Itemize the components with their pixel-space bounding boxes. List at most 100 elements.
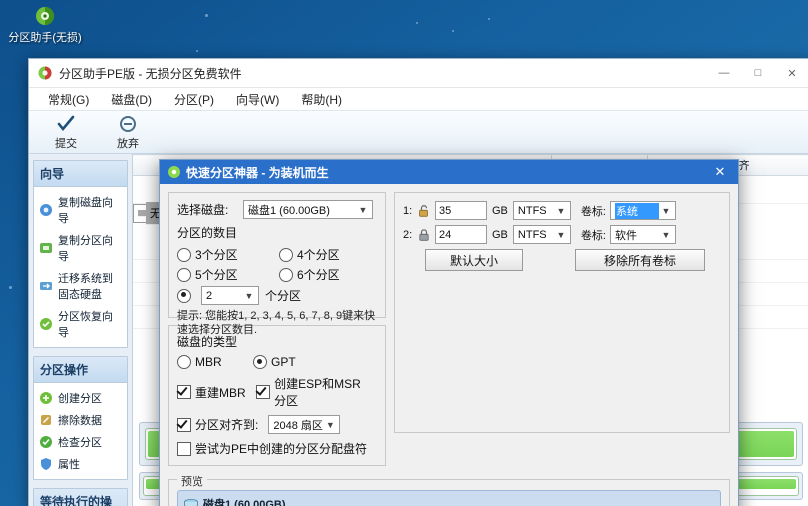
radio-dot [177, 247, 191, 262]
radio-label: 4个分区 [297, 248, 340, 262]
partition-operations-panel: 分区操作 创建分区 擦除数据 检查分区 属性 [33, 356, 128, 480]
partition-assistant-icon [32, 4, 58, 30]
pending-operations-panel: 等待执行的操作 [33, 488, 128, 506]
checkbox-box [177, 441, 191, 456]
align-value-dropdown[interactable]: 2048 扇区 ▼ [268, 415, 341, 434]
chevron-down-icon: ▼ [325, 419, 335, 430]
close-button[interactable]: ✕ [775, 59, 808, 87]
disk-type-title: 磁盘的类型 [177, 335, 238, 349]
checkbox-rebuild-mbr[interactable]: 重建MBR [177, 384, 250, 401]
radio-5-partitions[interactable]: 5个分区 [177, 266, 273, 283]
volume-label-dropdown-2[interactable]: 软件 ▼ [609, 225, 676, 244]
partition-assistant-desktop-icon[interactable]: 分区助手(无损) [6, 4, 84, 45]
sidebar-item-migrate-os[interactable]: 迁移系统到固态硬盘 [36, 267, 125, 305]
commit-label: 提交 [55, 137, 77, 150]
sidebar-item-properties[interactable]: 属性 [36, 453, 125, 475]
partition-fs-value-2: NTFS [517, 228, 547, 241]
sidebar-label: 迁移系统到固态硬盘 [58, 273, 113, 301]
partition-row-2: 2: 24 GB NTFS ▼ 卷标: 软件 ▼ [403, 225, 721, 244]
custom-count-value: 2 [206, 289, 213, 302]
menu-help[interactable]: 帮助(H) [290, 89, 353, 110]
desktop-icon-label: 分区助手(无损) [8, 32, 82, 44]
main-window-title: 分区助手PE版 - 无损分区免费软件 [59, 66, 242, 81]
volume-label-text-2: 卷标: [580, 229, 606, 242]
copy-disk-icon [38, 202, 54, 218]
checkbox-box [177, 417, 191, 432]
align-value: 2048 扇区 [273, 419, 323, 432]
radio-dot [177, 267, 191, 282]
sidebar-item-create-partition[interactable]: 创建分区 [36, 387, 125, 409]
radio-gpt[interactable]: GPT [253, 355, 296, 369]
sidebar-item-partition-recovery[interactable]: 分区恢复向导 [36, 305, 125, 343]
erase-data-icon [38, 412, 54, 428]
radio-3-partitions[interactable]: 3个分区 [177, 246, 273, 263]
sidebar-item-copy-disk[interactable]: 复制磁盘向导 [36, 191, 125, 229]
preview-box: 磁盘1 (60.00GB) 2 系统 35.00GB NTFS 软 [177, 490, 721, 506]
sidebar-label: 创建分区 [58, 393, 102, 405]
chevron-down-icon: ▼ [661, 205, 671, 216]
disk-select-dropdown[interactable]: 磁盘1 (60.00GB) ▼ [243, 200, 373, 219]
radio-custom-count[interactable] [177, 288, 195, 303]
pending-panel-title: 等待执行的操作 [34, 489, 127, 506]
minimize-button[interactable]: — [707, 59, 741, 87]
partition-panel-title: 分区操作 [34, 357, 127, 383]
commit-button[interactable]: 提交 [35, 114, 97, 151]
sidebar-label: 分区恢复向导 [58, 311, 113, 339]
volume-label-value-2: 软件 [614, 229, 637, 242]
menu-wizard[interactable]: 向导(W) [225, 89, 290, 110]
unlocked-padlock-icon[interactable] [417, 204, 431, 218]
menu-general[interactable]: 常规(G) [37, 89, 100, 110]
checkbox-label: 尝试为PE中创建的分区分配盘符 [195, 442, 368, 456]
disk-and-count-group: 选择磁盘: 磁盘1 (60.00GB) ▼ 分区的数目 3个分区 4个分区 5个… [168, 192, 386, 336]
sidebar-item-check-partition[interactable]: 检查分区 [36, 431, 125, 453]
radio-4-partitions[interactable]: 4个分区 [279, 246, 340, 263]
dialog-body: 选择磁盘: 磁盘1 (60.00GB) ▼ 分区的数目 3个分区 4个分区 5个… [160, 184, 738, 506]
preview-disk-title: 磁盘1 (60.00GB) [203, 499, 286, 506]
partition-fs-dropdown-1[interactable]: NTFS ▼ [512, 201, 571, 220]
partition-size-input-1[interactable]: 35 [435, 201, 487, 220]
radio-label: 3个分区 [195, 248, 238, 262]
chevron-down-icon: ▼ [661, 229, 671, 240]
volume-label-dropdown-1[interactable]: 系统 ▼ [609, 201, 676, 220]
partition-size-input-2[interactable]: 24 [435, 225, 487, 244]
maximize-button[interactable]: □ [741, 59, 775, 87]
partition-unit-1: GB [492, 204, 508, 217]
preview-disk-header: 磁盘1 (60.00GB) [183, 496, 715, 506]
dialog-left-column: 选择磁盘: 磁盘1 (60.00GB) ▼ 分区的数目 3个分区 4个分区 5个… [168, 192, 386, 473]
discard-button[interactable]: 放弃 [97, 114, 159, 151]
preview-fieldset: 预览 磁盘1 (60.00GB) 2 [168, 473, 730, 506]
wizard-panel: 向导 复制磁盘向导 复制分区向导 迁移系统到固态硬盘 分区恢复向导 [33, 160, 128, 348]
checkbox-create-esp-msr[interactable]: 创建ESP和MSR分区 [256, 375, 371, 409]
radio-dot [177, 355, 191, 369]
sidebar-item-copy-partition[interactable]: 复制分区向导 [36, 229, 125, 267]
checkbox-assign-drive-letter[interactable]: 尝试为PE中创建的分区分配盘符 [177, 440, 367, 457]
volume-label-value-1: 系统 [614, 202, 659, 219]
radio-label: 6个分区 [297, 268, 340, 282]
custom-count-dropdown[interactable]: 2 ▼ [201, 286, 259, 305]
radio-mbr[interactable]: MBR [177, 355, 247, 369]
radio-label: MBR [195, 355, 222, 369]
menu-disk[interactable]: 磁盘(D) [100, 89, 163, 110]
dialog-close-button[interactable]: ✕ [702, 160, 738, 184]
partition-fs-dropdown-2[interactable]: NTFS ▼ [512, 225, 571, 244]
checkbox-partition-align[interactable]: 分区对齐到: [177, 416, 258, 433]
discard-label: 放弃 [117, 137, 139, 150]
chevron-down-icon: ▼ [556, 229, 566, 240]
locked-padlock-icon[interactable] [417, 228, 431, 242]
sidebar: 向导 复制磁盘向导 复制分区向导 迁移系统到固态硬盘 分区恢复向导 分区操作 创… [29, 154, 133, 506]
sidebar-label: 复制磁盘向导 [58, 197, 113, 225]
partition-rows-group: 1: 35 GB NTFS ▼ 卷标: 系统 ▼ 2: 24 GB NTFS ▼… [394, 192, 730, 433]
partition-unit-2: GB [492, 228, 508, 241]
menu-partition[interactable]: 分区(P) [163, 89, 225, 110]
dialog-right-column: 1: 35 GB NTFS ▼ 卷标: 系统 ▼ 2: 24 GB NTFS ▼… [394, 192, 730, 473]
checkbox-label: 分区对齐到: [195, 418, 259, 432]
check-icon [35, 114, 97, 134]
radio-6-partitions[interactable]: 6个分区 [279, 266, 340, 283]
remove-all-labels-button[interactable]: 移除所有卷标 [575, 249, 705, 271]
check-partition-icon [38, 434, 54, 450]
dialog-title: 快速分区神器 - 为装机而生 [186, 165, 329, 180]
default-size-button[interactable]: 默认大小 [425, 249, 523, 271]
migrate-os-icon [38, 278, 54, 294]
window-controls: — □ ✕ [707, 59, 808, 87]
sidebar-item-erase-data[interactable]: 擦除数据 [36, 409, 125, 431]
